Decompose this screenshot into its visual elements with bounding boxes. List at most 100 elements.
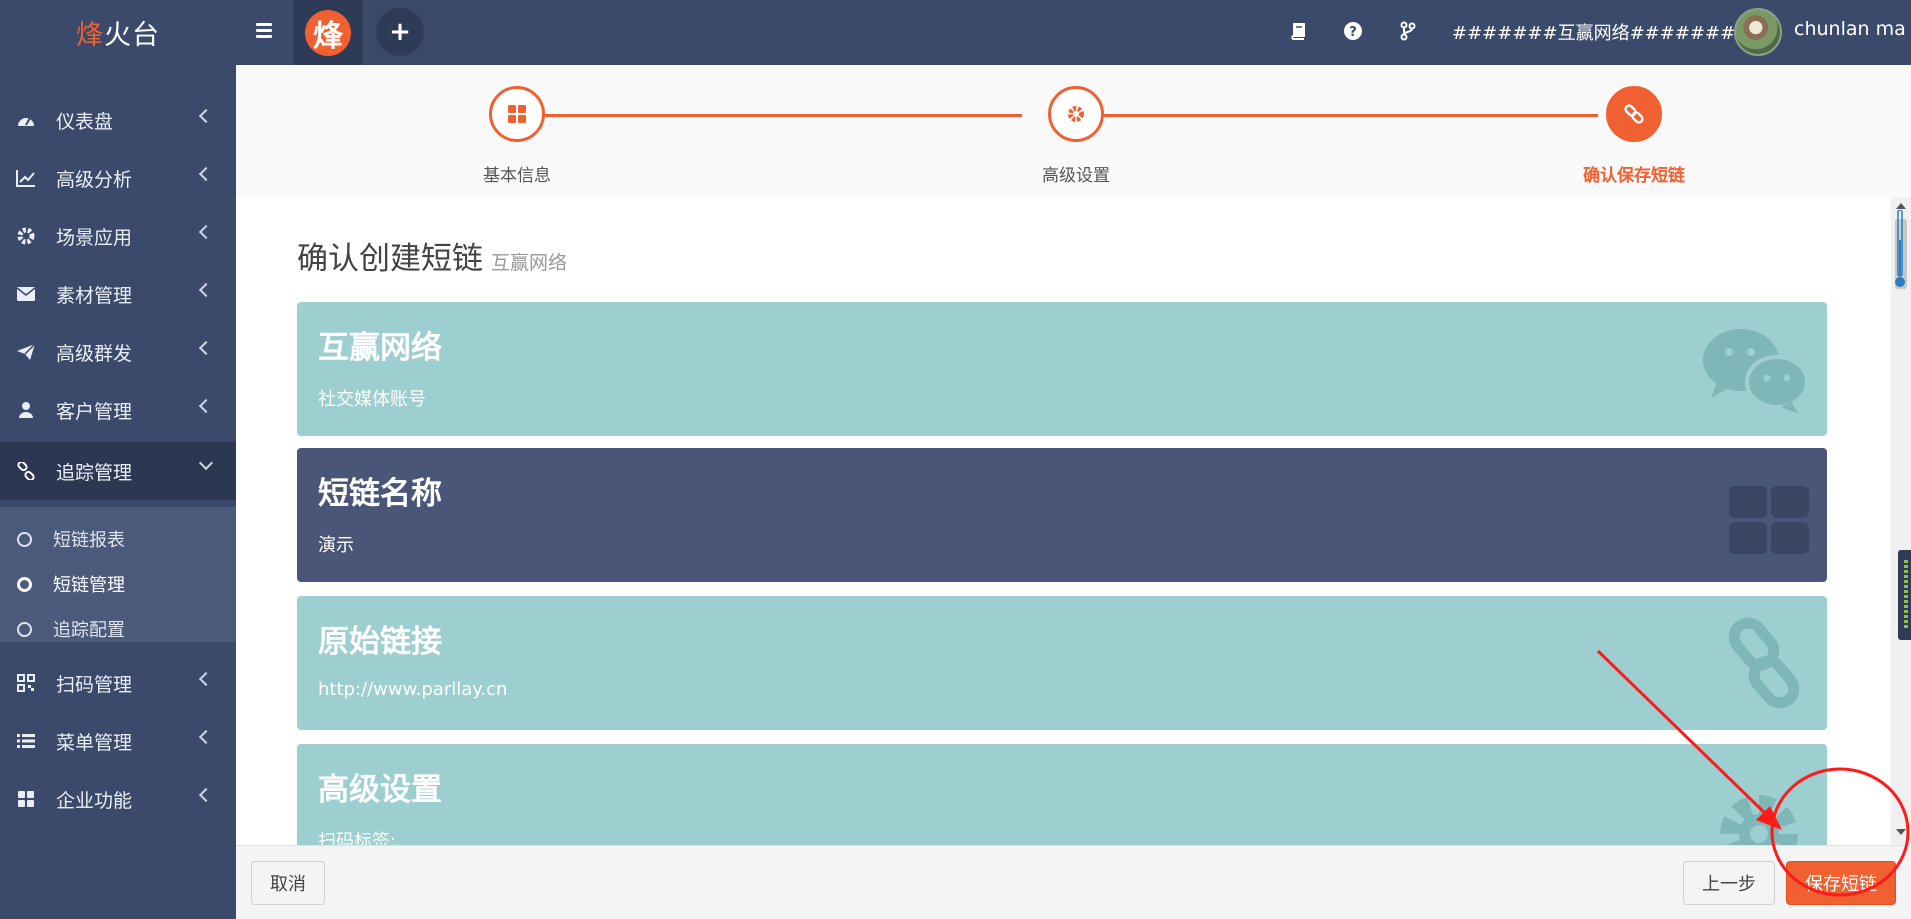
card-title: 高级设置	[318, 772, 442, 808]
sidebar-item-enterprise[interactable]: 企业功能	[0, 770, 236, 828]
footer-actions: 取消 上一步 保存短链	[236, 845, 1911, 919]
scroll-down-icon[interactable]	[1896, 829, 1906, 835]
qrcode-icon	[15, 672, 37, 694]
submenu-item-shortlink-report[interactable]: 短链报表	[0, 517, 236, 561]
page-title: 确认创建短链 互赢网络	[297, 233, 567, 278]
card-value: 社交媒体账号	[318, 389, 426, 410]
app-logo-icon: 烽	[305, 9, 351, 56]
card-title: 短链名称	[318, 476, 442, 512]
svg-text:?: ?	[1349, 25, 1357, 40]
submenu-item-shortlink-manage[interactable]: 短链管理	[0, 562, 236, 606]
dashboard-icon	[15, 109, 37, 131]
page-subtitle: 互赢网络	[491, 252, 568, 274]
sidebar-item-label: 菜单管理	[56, 731, 133, 754]
sidebar-item-label: 客户管理	[56, 400, 133, 423]
chevron-left-icon	[198, 729, 214, 745]
org-selector-dropdown[interactable]: #######互赢网络#######	[1452, 18, 1756, 46]
chevron-left-icon	[198, 282, 214, 298]
sidebar-item-customers[interactable]: 客户管理	[0, 381, 236, 439]
top-navbar: 烽火台 烽 + ? #######互赢网络####### chunlan ma	[0, 0, 1911, 65]
brand-accent-text: 烽	[76, 20, 104, 51]
info-card-account: 互赢网络 社交媒体账号	[297, 302, 1827, 436]
sidebar-item-qrcode[interactable]: 扫码管理	[0, 654, 236, 712]
chevron-left-icon	[198, 398, 214, 414]
main-content: 确认创建短链 互赢网络 互赢网络 社交媒体账号 短链名称 演示 原始链接 http…	[236, 197, 1891, 845]
wizard-connector	[1100, 114, 1598, 117]
info-card-shortlink-name: 短链名称 演示	[297, 448, 1827, 582]
chain-link-icon	[1728, 617, 1800, 709]
help-icon[interactable]: ?	[1340, 18, 1366, 44]
hamburger-menu-icon[interactable]	[252, 20, 276, 44]
circle-icon	[17, 621, 32, 637]
previous-step-button[interactable]: 上一步	[1683, 861, 1775, 905]
chevron-left-icon	[198, 671, 214, 687]
branch-icon[interactable]	[1395, 18, 1421, 44]
user-icon	[15, 399, 37, 421]
wizard-step-label: 高级设置	[1042, 166, 1110, 186]
circle-icon	[17, 576, 32, 592]
brand-text: 火台	[104, 20, 160, 51]
chevron-left-icon	[198, 340, 214, 356]
sidebar-item-materials[interactable]: 素材管理	[0, 265, 236, 323]
sidebar: 仪表盘 高级分析 场景应用 素材管理 高级群发 客户管理 追踪管理 短链报表 短…	[0, 65, 236, 919]
sidebar-item-mass-send[interactable]: 高级群发	[0, 323, 236, 381]
submenu-item-label: 短链报表	[53, 530, 125, 551]
sidebar-item-label: 扫码管理	[56, 673, 133, 696]
wizard-progress: 基本信息 高级设置 确认保存短链	[236, 65, 1911, 197]
book-icon[interactable]	[1285, 18, 1311, 44]
sidebar-item-label: 高级分析	[56, 168, 133, 191]
cancel-button[interactable]: 取消	[251, 861, 325, 905]
tracking-submenu: 短链报表 短链管理 追踪配置	[0, 507, 236, 642]
card-title: 原始链接	[318, 624, 442, 660]
content-scrollbar[interactable]	[1891, 197, 1911, 845]
gear-icon	[1720, 795, 1798, 845]
user-name[interactable]: chunlan ma	[1794, 18, 1906, 40]
link-icon	[1624, 104, 1644, 124]
grid-icon	[1729, 486, 1809, 554]
wizard-connector	[544, 114, 1022, 117]
circle-icon	[17, 531, 32, 547]
sidebar-item-menu-manage[interactable]: 菜单管理	[0, 712, 236, 770]
info-card-advanced-settings: 高级设置 扫码标签:	[297, 744, 1827, 845]
paper-plane-icon	[15, 341, 37, 363]
wizard-step-label: 确认保存短链	[1583, 166, 1685, 186]
chevron-down-icon	[198, 455, 214, 471]
thermometer-icon	[1895, 210, 1905, 287]
gear-icon	[1068, 106, 1084, 122]
chevron-left-icon	[198, 224, 214, 240]
org-selector-label: #######互赢网络#######	[1452, 23, 1736, 44]
wechat-icon	[1703, 329, 1809, 414]
wizard-step-confirm[interactable]	[1606, 86, 1662, 142]
sidebar-item-label: 追踪管理	[56, 461, 133, 484]
app-logo-tile[interactable]: 烽	[293, 0, 363, 65]
sidebar-item-label: 素材管理	[56, 284, 133, 307]
grid-icon	[508, 105, 526, 123]
sidebar-item-label: 企业功能	[56, 789, 133, 812]
save-shortlink-button[interactable]: 保存短链	[1786, 861, 1896, 905]
info-card-original-link: 原始链接 http://www.parllay.cn	[297, 596, 1827, 730]
wizard-step-basic-info[interactable]	[489, 86, 545, 142]
submenu-item-label: 短链管理	[53, 575, 125, 596]
submenu-item-tracking-config[interactable]: 追踪配置	[0, 607, 236, 651]
chevron-left-icon	[198, 108, 214, 124]
sidebar-item-scene-apps[interactable]: 场景应用	[0, 207, 236, 265]
scroll-up-icon[interactable]	[1896, 203, 1906, 209]
sidebar-item-advanced-analysis[interactable]: 高级分析	[0, 149, 236, 207]
side-widget-tab[interactable]	[1898, 550, 1911, 640]
sidebar-item-dashboard[interactable]: 仪表盘	[0, 91, 236, 149]
grid-icon	[15, 788, 37, 810]
sidebar-item-label: 场景应用	[56, 226, 133, 249]
sidebar-item-tracking[interactable]: 追踪管理	[0, 442, 236, 500]
card-value: 扫码标签:	[318, 831, 397, 845]
link-icon	[15, 460, 37, 482]
brand-logo[interactable]: 烽火台	[0, 0, 236, 65]
chevron-left-icon	[198, 787, 214, 803]
card-title: 互赢网络	[318, 330, 442, 366]
sidebar-item-label: 高级群发	[56, 342, 133, 365]
envelope-icon	[15, 283, 37, 305]
card-value: http://www.parllay.cn	[318, 679, 508, 700]
add-button[interactable]: +	[376, 8, 424, 56]
gear-icon	[15, 225, 37, 247]
avatar[interactable]	[1734, 8, 1782, 56]
wizard-step-advanced[interactable]	[1048, 86, 1104, 142]
